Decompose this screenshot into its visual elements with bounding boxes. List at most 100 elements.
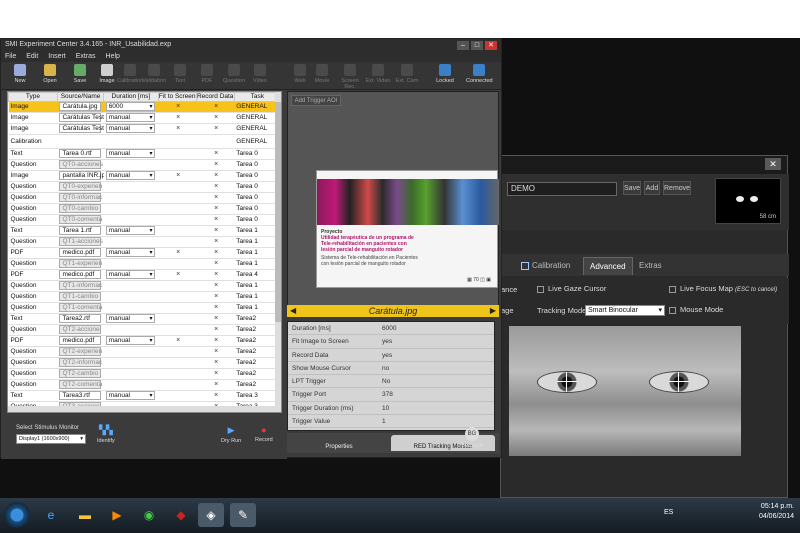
column-header-task[interactable]: Task: [233, 92, 281, 102]
table-row[interactable]: Question QT1-experien × Tarea 1: [8, 258, 281, 270]
table-row[interactable]: Imagepantalla INR.jpmanual××Tarea 0: [8, 170, 281, 182]
toolbar-question-button[interactable]: Question: [221, 64, 247, 84]
language-indicator[interactable]: ES: [664, 509, 673, 516]
table-row[interactable]: PDFmedico.pdfmanual××Tarea 4: [8, 269, 281, 281]
tab-properties[interactable]: Properties: [291, 435, 387, 451]
add-trigger-aoi-button[interactable]: Add Trigger AOI: [291, 95, 341, 106]
identify-button[interactable]: ▚▚ Identify: [97, 425, 115, 444]
toolbar-locked-button[interactable]: Locked: [432, 64, 458, 84]
table-row[interactable]: Question QT1-informac × Tarea 1: [8, 280, 281, 292]
table-row[interactable]: Question QT0-informac × Tarea 0: [8, 192, 281, 204]
mouse-mode-option[interactable]: Mouse Mode: [669, 305, 723, 314]
source-name-field[interactable]: QT2-comenta: [59, 380, 102, 389]
menu-insert[interactable]: Insert: [48, 53, 66, 60]
source-name-field[interactable]: QT0-experien: [59, 182, 102, 191]
column-header-fit[interactable]: Fit to Screen: [157, 92, 197, 102]
profile-add-button[interactable]: Add: [644, 181, 660, 195]
begaze-button[interactable]: BG BeGaze: [454, 427, 490, 449]
property-value[interactable]: no: [382, 362, 389, 375]
column-header-type[interactable]: Type: [8, 92, 58, 102]
table-row[interactable]: ImageCarátula.jpg6000××GENERAL: [8, 101, 281, 113]
table-row[interactable]: TextTarea2.rtfmanual ×Tarea2: [8, 313, 281, 325]
source-name-field[interactable]: QT1-comenta: [59, 303, 102, 312]
chrome-icon[interactable]: ◉: [136, 503, 162, 527]
close-icon[interactable]: ✕: [485, 41, 497, 50]
dry-run-button[interactable]: ▶ Dry Run: [221, 425, 241, 444]
toolbar-open-button[interactable]: Open: [37, 64, 63, 84]
duration-select[interactable]: manual: [105, 171, 156, 180]
property-row[interactable]: Duration [ms] 6000: [288, 322, 494, 336]
maximize-icon[interactable]: □: [471, 41, 483, 50]
source-name-field[interactable]: QT1-cambio: [59, 292, 102, 301]
table-row[interactable]: Question QT0-acciones × Tarea 0: [8, 159, 281, 171]
table-vertical-scrollbar[interactable]: [275, 92, 281, 412]
media-player-icon[interactable]: ▶: [104, 503, 130, 527]
toolbar-new-button[interactable]: New: [7, 64, 33, 84]
column-header-source[interactable]: Source/Name: [56, 92, 105, 102]
profile-save-button[interactable]: Save: [623, 181, 641, 195]
source-name-field[interactable]: Tarea3.rtf: [59, 391, 102, 400]
column-header-record[interactable]: Record Data: [195, 92, 235, 102]
property-value[interactable]: 1: [382, 415, 386, 428]
property-value[interactable]: 378: [382, 388, 393, 401]
duration-select[interactable]: manual: [105, 270, 156, 279]
duration-select[interactable]: manual: [105, 314, 156, 323]
table-row[interactable]: Question QT2-comenta × Tarea2: [8, 379, 281, 391]
toolbar-connected-button[interactable]: Connected: [466, 64, 493, 84]
live-gaze-checkbox[interactable]: [537, 285, 544, 293]
source-name-field[interactable]: QT1-acciones: [59, 237, 103, 246]
red-tracking-taskbar-icon[interactable]: ✎: [230, 503, 256, 527]
toolbar-validation-button[interactable]: Validation: [141, 64, 167, 84]
source-name-field[interactable]: QT2-cambio: [59, 369, 102, 378]
table-row[interactable]: TextTarea 1.rtfmanual ×Tarea 1: [8, 225, 281, 237]
table-row[interactable]: ImageCarátulas Test.manual××GENERAL: [8, 112, 281, 124]
property-value[interactable]: No: [382, 375, 390, 388]
source-name-field[interactable]: medico.pdf: [59, 336, 102, 345]
tracking-mode-select[interactable]: Smart Binocular ▾: [585, 305, 665, 316]
source-name-field[interactable]: QT0-cambio: [59, 204, 102, 213]
live-gaze-option[interactable]: Live Gaze Cursor: [537, 284, 606, 293]
record-button[interactable]: ● Record: [255, 425, 273, 443]
source-name-field[interactable]: medico.pdf: [59, 248, 102, 257]
source-name-field[interactable]: QT0-comenta: [59, 215, 102, 224]
source-name-field[interactable]: Carátulas Test.: [59, 113, 104, 122]
source-name-field[interactable]: QT0-acciones: [59, 160, 103, 169]
property-value[interactable]: yes: [382, 335, 392, 348]
toolbar-ext-video-button[interactable]: Ext. Video: [365, 64, 391, 84]
property-value[interactable]: 6000: [382, 322, 396, 335]
monitor-select[interactable]: Display1 (1600x900) ▾: [16, 434, 86, 444]
toolbar-text-button[interactable]: Text: [167, 64, 193, 84]
antivirus-icon[interactable]: ◆: [168, 503, 194, 527]
table-horizontal-scrollbar[interactable]: [8, 406, 281, 412]
system-clock[interactable]: 05:14 p.m. 04/06/2014: [759, 502, 794, 522]
close-icon[interactable]: ✕: [765, 158, 781, 170]
source-name-field[interactable]: Tarea2.rtf: [59, 314, 102, 323]
table-row[interactable]: Question QT0-experien × Tarea 0: [8, 181, 281, 193]
menu-file[interactable]: File: [5, 53, 16, 60]
table-row[interactable]: Question QT1-comenta × Tarea 1: [8, 302, 281, 314]
property-row[interactable]: LPT Trigger No: [288, 375, 494, 389]
source-name-field[interactable]: QT2-accione: [59, 325, 102, 334]
column-header-duration[interactable]: Duration [ms]: [103, 92, 159, 102]
table-row[interactable]: Question QT1-acciones × Tarea 1: [8, 236, 281, 248]
toolbar-screen-rec-button[interactable]: Screen Rec.: [337, 64, 363, 90]
duration-select[interactable]: manual: [105, 124, 156, 133]
start-button[interactable]: [4, 502, 30, 528]
toolbar-video-button[interactable]: Video: [247, 64, 273, 84]
duration-select[interactable]: manual: [105, 113, 156, 122]
table-row[interactable]: Question QT0-comenta × Tarea 0: [8, 214, 281, 226]
source-name-field[interactable]: Carátulas Test1: [59, 124, 104, 133]
live-focus-checkbox[interactable]: [669, 285, 676, 293]
tab-advanced[interactable]: Advanced: [583, 257, 633, 275]
duration-select[interactable]: manual: [105, 336, 156, 345]
toolbar-pdf-button[interactable]: PDF: [194, 64, 220, 84]
table-row[interactable]: PDFmedico.pdfmanual××Tarea2: [8, 335, 281, 347]
table-row[interactable]: Question QT2-experien × Tarea2: [8, 346, 281, 358]
source-name-field[interactable]: QT1-informac: [59, 281, 102, 290]
property-row[interactable]: Trigger Duration (ms) 10: [288, 402, 494, 416]
table-row[interactable]: Question QT0-cambio × Tarea 0: [8, 203, 281, 215]
property-row[interactable]: Fit Image to Screen yes: [288, 335, 494, 349]
table-row[interactable]: Question QT1-cambio × Tarea 1: [8, 291, 281, 303]
internet-explorer-icon[interactable]: e: [38, 503, 64, 527]
menu-extras[interactable]: Extras: [76, 53, 96, 60]
